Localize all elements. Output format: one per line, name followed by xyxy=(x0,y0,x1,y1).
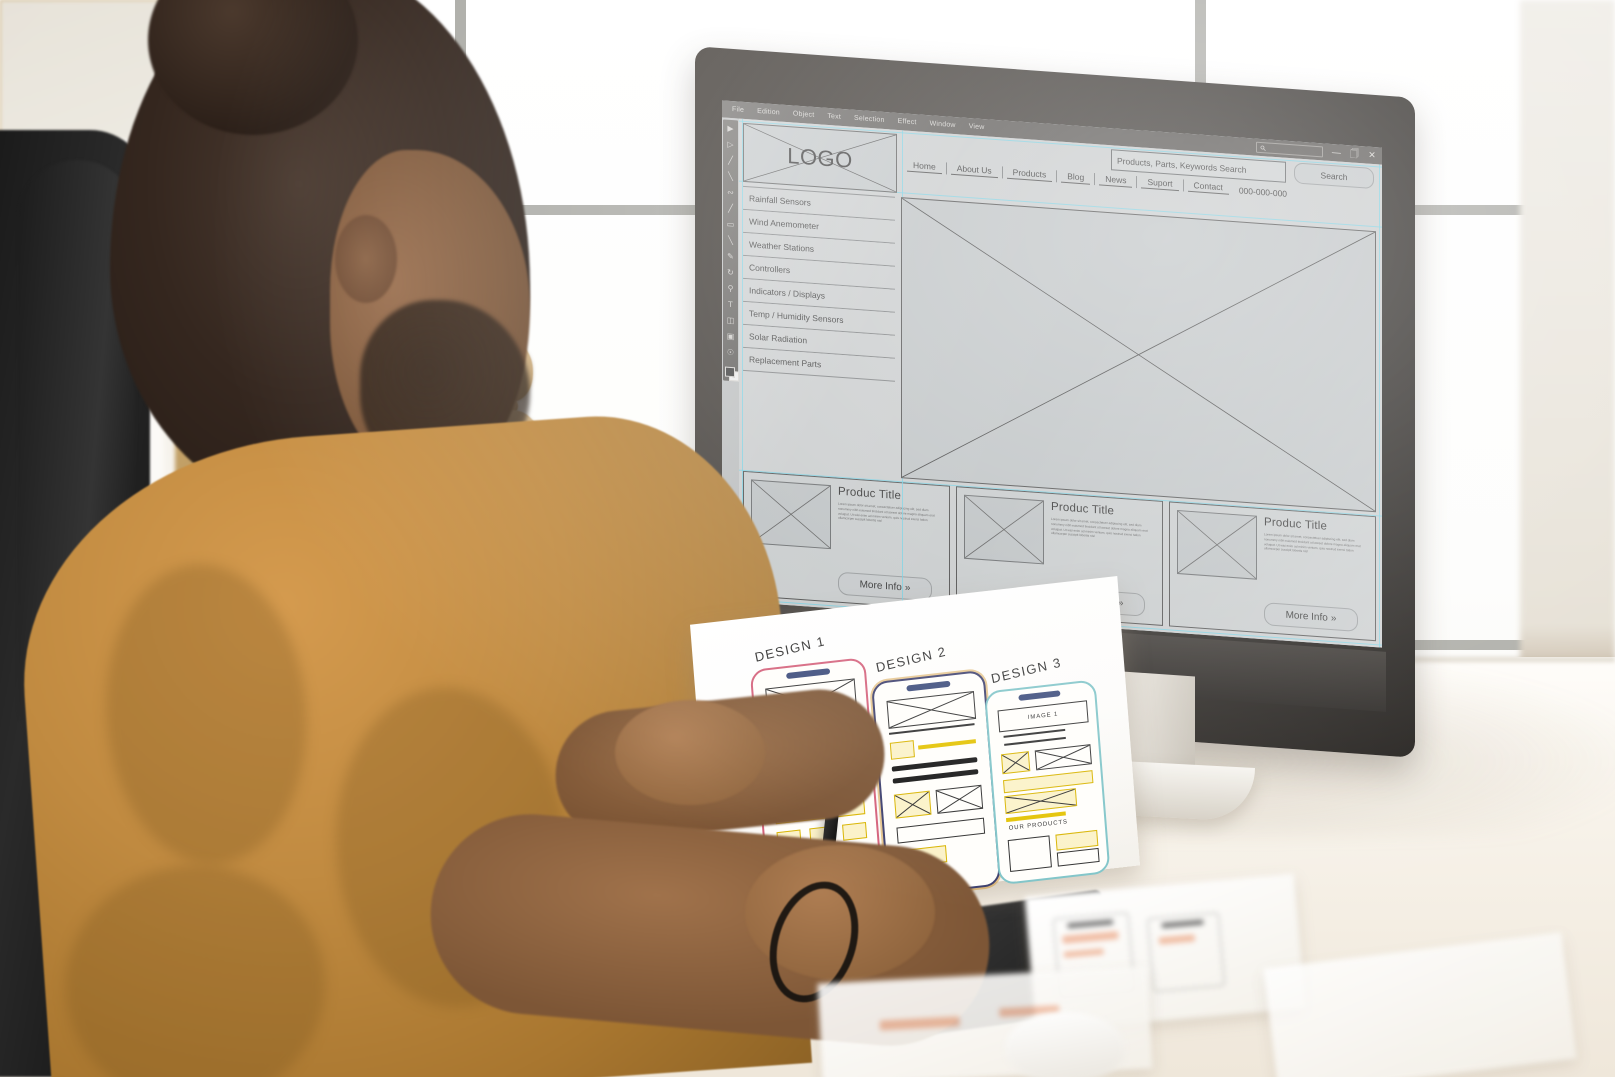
add-anchor-icon[interactable]: ╲ xyxy=(725,171,736,183)
category-sidebar[interactable]: Rainfall Sensors Wind Anemometer Weather… xyxy=(743,185,895,478)
sketch-label-design-3: DESIGN 3 xyxy=(989,654,1063,687)
wireframe-artboard[interactable]: LOGO Products, Parts, Keywords Search Se… xyxy=(739,118,1382,648)
wireframe-main-row: Rainfall Sensors Wind Anemometer Weather… xyxy=(743,185,1376,513)
crossed-box-icon xyxy=(937,786,982,813)
type-icon[interactable]: T xyxy=(725,299,736,311)
sketch-image-label: IMAGE 1 xyxy=(1027,711,1059,722)
crossed-box-icon xyxy=(1178,511,1256,579)
nav-item-home[interactable]: Home xyxy=(907,159,942,175)
menu-item-effect[interactable]: Effect xyxy=(898,118,917,126)
mouse[interactable] xyxy=(1005,1012,1125,1077)
menu-item-edition[interactable]: Edition xyxy=(757,108,780,117)
nav-item-suport[interactable]: Suport xyxy=(1141,176,1179,192)
crossed-box-icon xyxy=(1005,789,1076,813)
artboard-icon[interactable]: ▣ xyxy=(725,331,736,343)
photo-scene: File Edition Object Text Selection Effec… xyxy=(0,0,1615,1077)
minimize-icon[interactable]: — xyxy=(1332,147,1341,158)
hero-image-placeholder[interactable] xyxy=(901,197,1376,513)
curvature-icon[interactable]: ∾ xyxy=(725,187,736,199)
crossed-box-icon xyxy=(888,692,975,728)
nav-item-news[interactable]: News xyxy=(1099,173,1133,188)
sketch-image-label-box: IMAGE 1 xyxy=(997,700,1089,733)
sketch-label-design-2: DESIGN 2 xyxy=(874,643,948,676)
sketch-products-label: OUR PRODUCTS xyxy=(1008,819,1069,832)
sketch-label-design-1: DESIGN 1 xyxy=(753,633,827,665)
fill-stroke-swatches[interactable] xyxy=(724,366,739,382)
sketch-image-box xyxy=(886,690,977,729)
more-info-label: More Info xyxy=(1285,609,1328,624)
logo-placeholder[interactable]: LOGO xyxy=(743,122,897,193)
header-phone-number: 000-000-000 xyxy=(1238,185,1288,199)
nav-item-contact[interactable]: Contact xyxy=(1187,179,1229,195)
nav-separator xyxy=(945,162,947,175)
menu-item-view[interactable]: View xyxy=(969,123,985,131)
monitor-screen[interactable]: File Edition Object Text Selection Effec… xyxy=(722,100,1382,648)
sketch-notch xyxy=(1018,690,1061,701)
rotate-icon[interactable]: ↻ xyxy=(725,267,736,279)
menu-item-window[interactable]: Window xyxy=(930,120,956,129)
shape-builder-icon[interactable]: ◫ xyxy=(725,315,736,327)
chevron-double-right-icon: » xyxy=(904,582,911,594)
pencil-icon[interactable]: ✎ xyxy=(725,251,736,263)
selection-arrow-icon[interactable]: ▶ xyxy=(725,123,736,135)
nav-item-products[interactable]: Products xyxy=(1006,166,1053,183)
more-info-label: More Info xyxy=(859,579,902,594)
restore-icon[interactable]: 🗍 xyxy=(1350,148,1359,159)
menu-item-text[interactable]: Text xyxy=(827,113,841,121)
product-card-body-text: Lorem ipsum dolor sit amet, consectetuer… xyxy=(1264,532,1361,554)
nav-separator xyxy=(1136,176,1138,189)
nav-separator xyxy=(1001,166,1003,179)
crossed-box-icon xyxy=(752,480,830,548)
zoom-icon[interactable]: ⚲ xyxy=(725,283,736,295)
menu-item-selection[interactable]: Selection xyxy=(854,115,885,124)
direct-selection-icon[interactable]: ▷ xyxy=(725,139,736,151)
pen-icon[interactable]: ╱ xyxy=(725,155,736,167)
menu-item-file[interactable]: File xyxy=(732,106,744,114)
sketch-phone-design-3: IMAGE 1 OUR PRODUCTS xyxy=(983,679,1111,886)
site-search-button[interactable]: Search xyxy=(1294,162,1374,190)
menu-item-object[interactable]: Object xyxy=(793,110,814,119)
crossed-box-icon xyxy=(1036,745,1091,769)
product-image-placeholder xyxy=(751,479,831,550)
nav-item-blog[interactable]: Blog xyxy=(1061,170,1091,185)
more-info-button[interactable]: More Info » xyxy=(838,571,932,602)
canvas-area[interactable]: ▶ ▷ ╱ ╲ ∾ ╱ ▭ ╲ ✎ ↻ ⚲ T ◫ ▣ ☉ LOGO Produ… xyxy=(722,117,1382,648)
app-search-box[interactable] xyxy=(1255,141,1323,158)
chevron-double-right-icon: » xyxy=(1330,612,1337,625)
person-hand-left xyxy=(615,700,765,805)
crossed-box-icon xyxy=(1002,752,1029,773)
close-icon[interactable]: ✕ xyxy=(1368,150,1376,161)
crossed-box-icon xyxy=(895,792,931,818)
crossed-box-icon xyxy=(965,496,1043,564)
guide-line xyxy=(1379,164,1380,648)
crossed-box-icon xyxy=(902,198,1375,511)
nav-item-about-us[interactable]: About Us xyxy=(950,162,998,179)
search-icon xyxy=(1260,145,1266,151)
product-card[interactable]: Produc Title Lorem ipsum dolor sit amet,… xyxy=(1169,501,1376,642)
hand-icon[interactable]: ☉ xyxy=(725,347,736,359)
design-application[interactable]: File Edition Object Text Selection Effec… xyxy=(722,100,1382,648)
more-info-button[interactable]: More Info » xyxy=(1264,602,1358,632)
person-ear xyxy=(335,215,397,303)
rectangle-icon[interactable]: ▭ xyxy=(725,219,736,231)
nav-separator xyxy=(1056,170,1058,183)
line-segment-icon[interactable]: ╱ xyxy=(725,203,736,215)
logo-text: LOGO xyxy=(787,142,853,173)
sketch-notch xyxy=(906,680,951,692)
sketch-notch xyxy=(786,668,831,680)
nav-separator xyxy=(1182,179,1184,192)
nav-separator xyxy=(1094,173,1096,186)
product-card-body-text: Lorem ipsum dolor sit amet, consectetuer… xyxy=(838,501,935,524)
paintbrush-icon[interactable]: ╲ xyxy=(725,235,736,247)
product-image-placeholder xyxy=(964,494,1044,565)
product-card-body-text: Lorem ipsum dolor sit amet, consectetuer… xyxy=(1051,516,1148,539)
product-image-placeholder xyxy=(1177,509,1257,580)
